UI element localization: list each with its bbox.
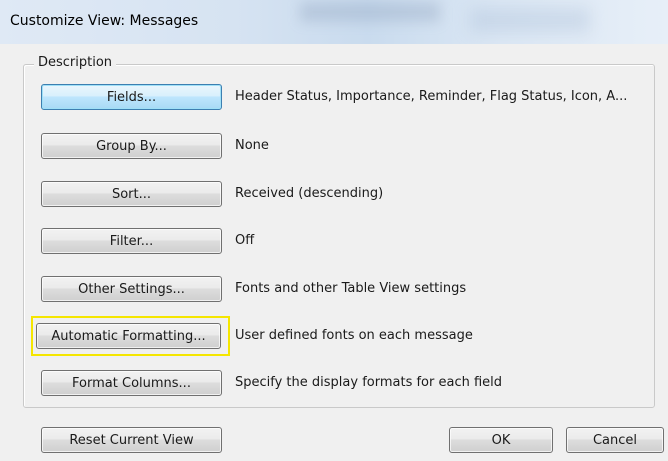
cancel-button-label: Cancel [592, 432, 638, 448]
sort-button-label: Sort... [111, 186, 152, 202]
automatic-formatting-button[interactable]: Automatic Formatting... [36, 323, 221, 349]
ok-button[interactable]: OK [449, 427, 553, 453]
filter-description: Off [235, 233, 255, 248]
ok-button-label: OK [491, 432, 511, 448]
cancel-button[interactable]: Cancel [566, 427, 664, 453]
format-columns-button[interactable]: Format Columns... [41, 370, 222, 396]
format-columns-description: Specify the display formats for each fie… [235, 375, 503, 390]
title-bar-blur [470, 8, 590, 32]
fields-button-label: Fields... [106, 89, 157, 105]
title-bar: Customize View: Messages [0, 0, 668, 44]
filter-button-label: Filter... [109, 233, 154, 249]
title-bar-blur [300, 2, 440, 22]
other-settings-button[interactable]: Other Settings... [41, 276, 222, 302]
fields-button[interactable]: Fields... [41, 84, 222, 110]
other-settings-button-label: Other Settings... [78, 281, 185, 297]
group-by-button-label: Group By... [96, 138, 167, 154]
reset-button-label: Reset Current View [69, 432, 194, 448]
format-columns-button-label: Format Columns... [72, 375, 191, 391]
automatic-formatting-description: User defined fonts on each message [235, 328, 473, 343]
group-by-description: None [235, 138, 269, 153]
sort-button[interactable]: Sort... [41, 181, 222, 207]
automatic-formatting-button-label: Automatic Formatting... [51, 328, 206, 344]
window-title: Customize View: Messages [10, 13, 199, 29]
other-settings-description: Fonts and other Table View settings [235, 281, 467, 296]
sort-description: Received (descending) [235, 186, 384, 201]
fields-description: Header Status, Importance, Reminder, Fla… [235, 89, 628, 104]
reset-current-view-button[interactable]: Reset Current View [41, 427, 222, 453]
groupbox-legend: Description [34, 55, 117, 70]
filter-button[interactable]: Filter... [41, 228, 222, 254]
group-by-button[interactable]: Group By... [41, 133, 222, 159]
